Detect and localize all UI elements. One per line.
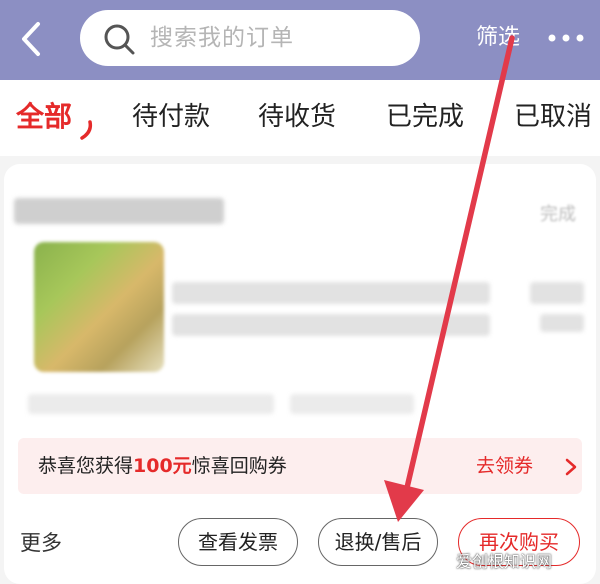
filter-button[interactable]: 筛选 bbox=[476, 22, 520, 54]
coupon-banner[interactable]: 恭喜您获得100元惊喜回购券 去领券 bbox=[18, 438, 582, 494]
coupon-message: 恭喜您获得100元惊喜回购券 bbox=[38, 452, 287, 480]
product-title-blurred bbox=[172, 314, 490, 336]
coupon-amount: 100元 bbox=[133, 455, 192, 477]
tab-all[interactable]: 全部 bbox=[16, 98, 72, 136]
order-tabs: 全部 待付款 待收货 已完成 已取消 bbox=[0, 80, 600, 156]
coupon-suffix: 惊喜回购券 bbox=[191, 455, 287, 477]
tab-cancelled[interactable]: 已取消 bbox=[514, 98, 592, 136]
claim-coupon-link[interactable]: 去领券 bbox=[476, 452, 533, 480]
product-title-blurred bbox=[172, 282, 490, 304]
search-input[interactable]: 搜索我的订单 bbox=[80, 10, 420, 66]
active-tab-indicator bbox=[80, 120, 93, 140]
top-bar: 搜索我的订单 筛选 bbox=[0, 0, 600, 80]
order-meta-blurred bbox=[290, 394, 414, 414]
tab-pending-payment[interactable]: 待付款 bbox=[132, 98, 210, 136]
view-invoice-button[interactable]: 查看发票 bbox=[178, 518, 298, 566]
search-icon bbox=[104, 24, 135, 55]
product-quantity-blurred bbox=[540, 314, 584, 332]
return-exchange-button[interactable]: 退换/售后 bbox=[318, 518, 438, 566]
shop-name-blurred[interactable] bbox=[14, 198, 224, 224]
coupon-prefix: 恭喜您获得 bbox=[38, 455, 134, 477]
back-arrow-icon[interactable] bbox=[14, 18, 48, 60]
product-thumbnail[interactable] bbox=[34, 242, 164, 372]
chevron-right-icon bbox=[565, 458, 577, 476]
tab-completed[interactable]: 已完成 bbox=[386, 98, 464, 136]
search-placeholder: 搜索我的订单 bbox=[150, 25, 294, 51]
order-status: 完成 bbox=[540, 204, 576, 225]
order-meta-blurred bbox=[28, 394, 274, 414]
more-actions-link[interactable]: 更多 bbox=[20, 528, 62, 558]
watermark-text: 爱创根知识网 bbox=[456, 552, 553, 571]
more-options-icon[interactable] bbox=[546, 26, 586, 50]
product-price-blurred bbox=[530, 282, 584, 304]
tab-pending-delivery[interactable]: 待收货 bbox=[258, 98, 336, 136]
